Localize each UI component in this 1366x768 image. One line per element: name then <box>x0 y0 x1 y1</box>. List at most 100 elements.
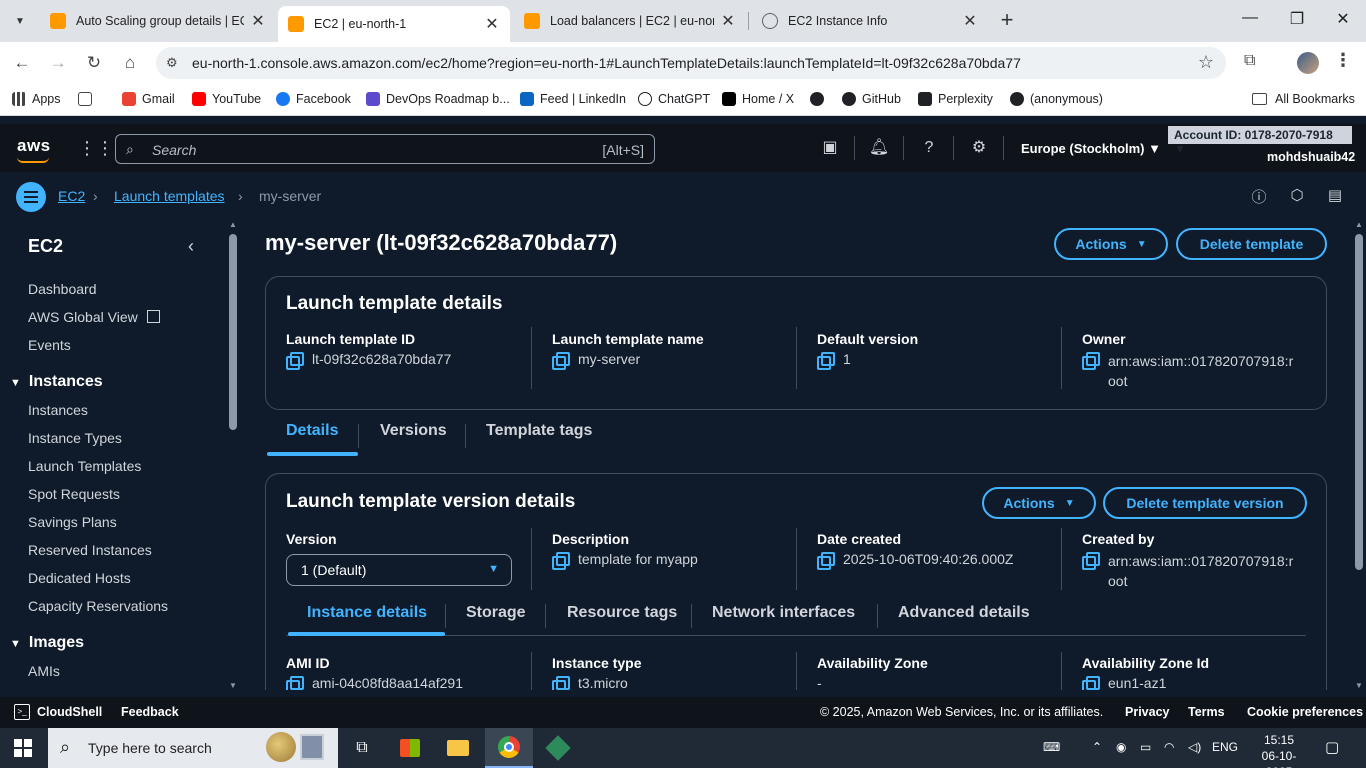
browser-tab-loadbalancers[interactable]: Load balancers | EC2 | eu-north-1 ✕ <box>514 6 746 36</box>
bookmark-devops-roadmap[interactable]: DevOps Roadmap b... <box>366 92 510 106</box>
breadcrumb-ec2[interactable]: EC2 <box>58 188 85 204</box>
account-id-badge[interactable]: Account ID: 0178-2070-7918 ▼ <box>1168 126 1352 156</box>
tab-resource-tags[interactable]: Resource tags <box>567 604 677 622</box>
all-bookmarks[interactable]: All Bookmarks <box>1252 92 1355 106</box>
taskbar-search-input[interactable]: ⌕ Type here to search <box>48 728 338 768</box>
delete-template-button[interactable]: Delete template <box>1176 228 1327 260</box>
cloudshell-icon[interactable]: >_ <box>14 704 30 720</box>
volume-icon[interactable]: ◁) <box>1188 740 1201 754</box>
git-app-icon[interactable] <box>534 728 582 768</box>
scrollbar-thumb[interactable] <box>229 234 237 430</box>
copy-icon[interactable] <box>552 676 570 690</box>
window-close-icon[interactable]: ✕ <box>1331 9 1355 29</box>
tab-template-tags[interactable]: Template tags <box>486 422 592 440</box>
url-bar[interactable]: ⚙ eu-north-1.console.aws.amazon.com/ec2/… <box>156 47 1226 79</box>
copy-icon[interactable] <box>286 676 304 690</box>
breadcrumb-launch-templates[interactable]: Launch templates <box>114 188 225 204</box>
windows-start-icon[interactable] <box>14 739 32 757</box>
bookmark-x[interactable]: Home / X <box>722 92 794 106</box>
sidebar-item-capacity-reservations[interactable]: Capacity Reservations <box>28 598 168 614</box>
reload-icon[interactable]: ↻ <box>83 52 105 74</box>
version-select[interactable]: 1 (Default) ▼ <box>286 554 512 586</box>
bookmark-star-icon[interactable]: ☆ <box>1198 52 1214 73</box>
delete-template-version-button[interactable]: Delete template version <box>1103 487 1307 519</box>
aws-logo[interactable]: aws <box>17 136 51 163</box>
sidebar-item-instance-types[interactable]: Instance Types <box>28 430 122 446</box>
close-icon[interactable]: ✕ <box>484 14 500 34</box>
microsoft-store-icon[interactable] <box>386 728 434 768</box>
bookmark-globe[interactable] <box>810 92 830 106</box>
bookmark-apps[interactable]: Apps <box>12 92 61 106</box>
main-scrollbar[interactable]: ▲ ▼ <box>1352 220 1366 690</box>
meet-now-icon[interactable]: ◉ <box>1116 740 1126 754</box>
feedback-link[interactable]: Feedback <box>121 705 179 719</box>
bookmark-youtube[interactable]: YouTube <box>192 92 261 106</box>
cloudshell-icon[interactable]: ▣ <box>818 136 842 160</box>
tab-advanced-details[interactable]: Advanced details <box>898 604 1030 622</box>
show-hidden-icons-icon[interactable]: ⌃ <box>1092 740 1102 754</box>
side-nav-toggle-icon[interactable] <box>16 182 46 212</box>
taskbar-clock[interactable]: 15:15 06-10-2025 <box>1250 732 1308 768</box>
scroll-down-icon[interactable]: ▼ <box>229 681 237 690</box>
close-icon[interactable]: ✕ <box>962 11 978 31</box>
bookmark-linkedin[interactable]: Feed | LinkedIn <box>520 92 626 106</box>
browser-tab-ec2[interactable]: EC2 | eu-north-1 ✕ <box>278 6 510 42</box>
tutorial-panel-icon[interactable]: ▤ <box>1325 186 1345 206</box>
help-icon[interactable]: ? <box>917 136 941 160</box>
scroll-down-icon[interactable]: ▼ <box>1355 681 1363 690</box>
copy-icon[interactable] <box>1082 352 1100 370</box>
region-selector[interactable]: Europe (Stockholm) ▼ <box>1021 141 1161 156</box>
cloudshell-link[interactable]: CloudShell <box>37 705 102 719</box>
sidebar-scrollbar[interactable]: ▲ ▼ <box>226 220 240 690</box>
bookmark-anonymous[interactable]: (anonymous) <box>1010 92 1103 106</box>
copy-icon[interactable] <box>817 552 835 570</box>
tab-storage[interactable]: Storage <box>466 604 526 622</box>
sidebar-item-global-view[interactable]: AWS Global View <box>28 309 160 325</box>
copy-icon[interactable] <box>286 352 304 370</box>
url-text[interactable]: eu-north-1.console.aws.amazon.com/ec2/ho… <box>192 55 1021 71</box>
settings-gear-icon[interactable]: ⚙ <box>967 136 991 160</box>
extensions-icon[interactable]: ⧉ <box>1244 52 1255 70</box>
battery-icon[interactable]: ▭ <box>1140 740 1151 754</box>
collapse-sidebar-icon[interactable]: ‹ <box>188 236 194 257</box>
tab-versions[interactable]: Versions <box>380 422 447 440</box>
new-tab-plus-icon[interactable]: + <box>996 9 1018 31</box>
scroll-up-icon[interactable]: ▲ <box>229 220 237 229</box>
tab-instance-details[interactable]: Instance details <box>307 604 427 622</box>
back-icon[interactable]: ← <box>11 52 33 74</box>
username[interactable]: mohdshuaib42 <box>1267 150 1355 164</box>
terms-link[interactable]: Terms <box>1188 705 1225 719</box>
copy-icon[interactable] <box>817 352 835 370</box>
sidebar-item-instances[interactable]: Instances <box>28 402 88 418</box>
sidebar-item-events[interactable]: Events <box>28 337 71 353</box>
cookie-preferences-link[interactable]: Cookie preferences <box>1247 705 1363 719</box>
sidebar-item-reserved-instances[interactable]: Reserved Instances <box>28 542 152 558</box>
sidebar-item-amis[interactable]: AMIs <box>28 663 60 679</box>
tab-search-icon[interactable]: ▼ <box>8 9 32 33</box>
copy-icon[interactable] <box>552 352 570 370</box>
version-actions-button[interactable]: Actions ▼ <box>982 487 1096 519</box>
bookmark-facebook[interactable]: Facebook <box>276 92 351 106</box>
browser-tab-instance-info[interactable]: EC2 Instance Info ✕ <box>752 6 988 36</box>
tab-network-interfaces[interactable]: Network interfaces <box>712 604 855 622</box>
restore-icon[interactable]: ❐ <box>1285 9 1309 29</box>
touch-keyboard-icon[interactable]: ⌨ <box>1043 740 1060 754</box>
actions-button[interactable]: Actions ▼ <box>1054 228 1168 260</box>
sidebar-section-images[interactable]: ▼ Images <box>10 634 84 652</box>
scroll-up-icon[interactable]: ▲ <box>1355 220 1363 229</box>
privacy-link[interactable]: Privacy <box>1125 705 1169 719</box>
copy-icon[interactable] <box>1082 552 1100 570</box>
bookmark-chatgpt[interactable]: ChatGPT <box>638 92 710 106</box>
wifi-icon[interactable]: ◠ <box>1164 740 1174 754</box>
settings-hex-icon[interactable]: ⬡ <box>1287 186 1307 206</box>
site-settings-icon[interactable]: ⚙ <box>166 55 178 71</box>
bookmark-github[interactable]: GitHub <box>842 92 901 106</box>
minimize-icon[interactable]: — <box>1238 9 1262 27</box>
home-icon[interactable]: ⌂ <box>119 52 141 74</box>
forward-icon[interactable]: → <box>47 52 69 74</box>
bookmark-gmail[interactable]: Gmail <box>122 92 175 106</box>
language-indicator[interactable]: ENG <box>1212 740 1238 754</box>
profile-avatar[interactable] <box>1297 52 1319 74</box>
chrome-icon[interactable] <box>485 728 533 768</box>
notifications-icon[interactable]: ▢ <box>1325 738 1339 756</box>
